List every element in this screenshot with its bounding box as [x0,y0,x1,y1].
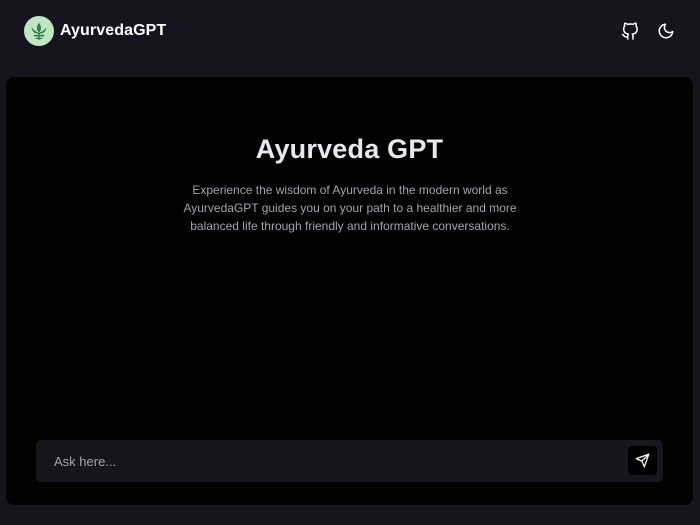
chat-panel: Ayurveda GPT Experience the wisdom of Ay… [6,77,693,505]
moon-icon[interactable] [656,20,676,42]
send-button[interactable] [628,446,657,475]
page-description: Experience the wisdom of Ayurveda in the… [183,183,517,233]
leaf-icon [24,16,54,46]
github-icon[interactable] [620,20,640,42]
brand-name: AyurvedaGPT [60,22,167,39]
brand[interactable]: AyurvedaGPT [24,16,166,46]
message-composer [36,440,663,482]
send-icon [635,453,650,468]
message-input[interactable] [36,440,616,482]
app-root: AyurvedaGPT Ayurveda GPT Experience the … [0,0,700,525]
page-title: Ayurveda GPT [255,134,444,164]
top-bar: AyurvedaGPT [0,0,700,64]
header-actions [620,20,676,42]
